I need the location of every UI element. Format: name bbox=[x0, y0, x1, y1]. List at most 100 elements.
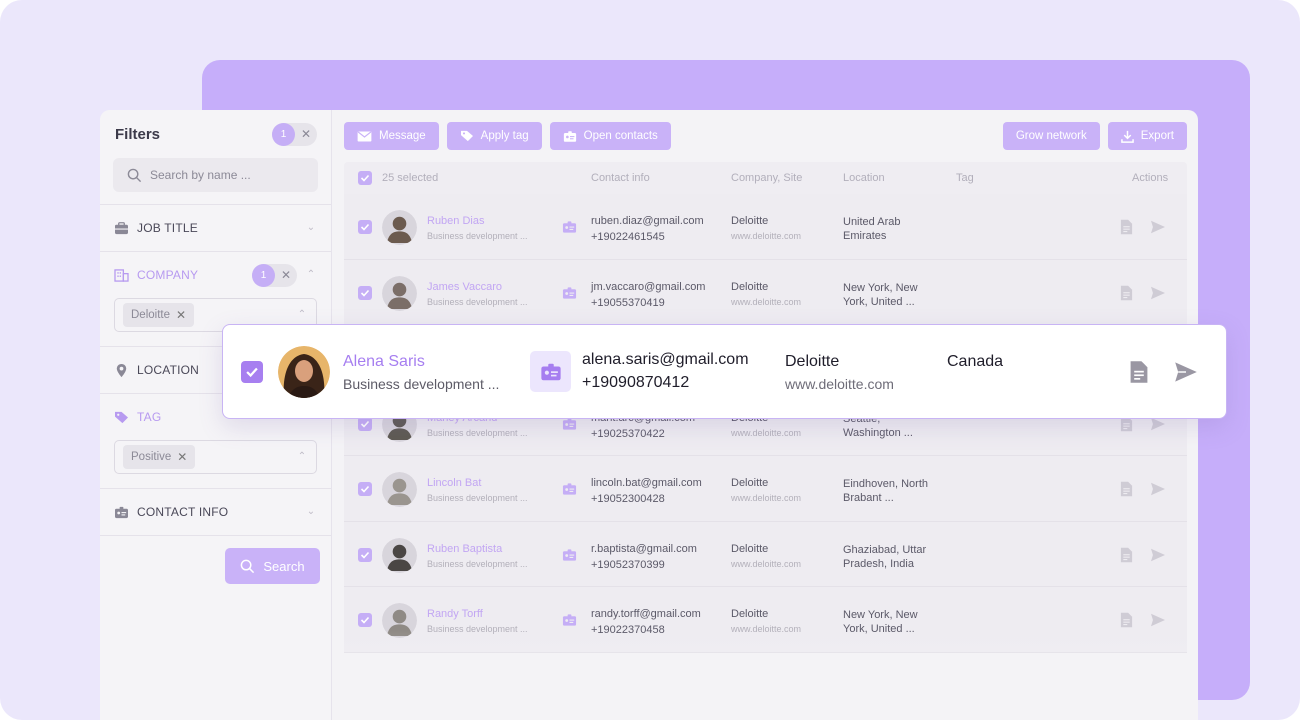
row-checkbox[interactable] bbox=[358, 547, 372, 562]
contact-name[interactable]: James Vaccaro bbox=[427, 281, 502, 293]
row-checkbox[interactable] bbox=[358, 220, 372, 234]
filter-job-title[interactable]: JOB TITLE ⌄ bbox=[100, 204, 331, 251]
send-icon[interactable] bbox=[1150, 548, 1166, 562]
document-icon[interactable] bbox=[1129, 360, 1149, 384]
open-contacts-button[interactable]: Open contacts bbox=[549, 122, 671, 150]
contact-phone: +19055370419 bbox=[591, 296, 665, 309]
check-icon bbox=[360, 223, 370, 231]
table-row[interactable]: Randy Torff Business development ... randy… bbox=[344, 587, 1187, 653]
building-icon bbox=[114, 268, 129, 282]
row-checkbox[interactable] bbox=[241, 361, 263, 383]
document-icon[interactable] bbox=[1120, 285, 1133, 301]
send-icon[interactable] bbox=[1174, 361, 1198, 383]
contact-site[interactable]: www.deloitte.com bbox=[731, 231, 801, 241]
contact-card-icon[interactable] bbox=[530, 351, 571, 392]
table-row[interactable]: James Vaccaro Business development ... jm.… bbox=[344, 259, 1187, 325]
contact-card-icon[interactable] bbox=[562, 548, 577, 562]
selected-count: 25 selected bbox=[382, 172, 439, 184]
send-icon[interactable] bbox=[1150, 613, 1166, 627]
location-line-2: Washington ... bbox=[843, 426, 913, 439]
document-icon[interactable] bbox=[1120, 219, 1133, 235]
contact-card-icon[interactable] bbox=[562, 482, 577, 496]
grow-network-button[interactable]: Grow network bbox=[1002, 122, 1100, 150]
contacts-table: Ruben Dias Business development ... ruben.… bbox=[344, 194, 1187, 653]
send-icon[interactable] bbox=[1150, 482, 1166, 496]
clear-company-icon[interactable]: ✕ bbox=[275, 268, 297, 282]
search-input[interactable]: Search by name ... bbox=[113, 158, 318, 192]
contact-location: Eindhoven, North Brabant ... bbox=[843, 477, 943, 505]
contact-card-icon[interactable] bbox=[562, 286, 577, 300]
contact-location: New York, New York, United ... bbox=[843, 608, 943, 636]
apply-tag-button[interactable]: Apply tag bbox=[446, 122, 542, 150]
document-icon[interactable] bbox=[1120, 547, 1133, 563]
table-row[interactable]: Ruben Baptista Business development ... r.… bbox=[344, 521, 1187, 587]
location-line-1: New York, New bbox=[843, 281, 918, 294]
contact-site[interactable]: www.deloitte.com bbox=[731, 297, 801, 307]
company-count-pill[interactable]: 1 ✕ bbox=[252, 263, 297, 287]
id-card-icon bbox=[115, 506, 128, 518]
export-button[interactable]: Export bbox=[1107, 122, 1187, 150]
grow-network-label: Grow network bbox=[1015, 130, 1087, 142]
contact-site[interactable]: www.deloitte.com bbox=[731, 493, 801, 503]
location-line-1: United Arab bbox=[843, 216, 901, 228]
contact-location: New York, New York, United ... bbox=[843, 281, 943, 309]
page-background: Filters 1 ✕ Search by name ... JOB TITLE… bbox=[0, 0, 1300, 720]
chevron-up-icon: ⌃ bbox=[297, 309, 307, 320]
table-row[interactable]: Lincoln Bat Business development ... linco… bbox=[344, 456, 1187, 522]
contact-card-icon[interactable] bbox=[562, 220, 577, 234]
search-icon bbox=[127, 168, 142, 182]
filter-label: COMPANY bbox=[137, 268, 199, 282]
send-icon[interactable] bbox=[1150, 286, 1166, 300]
send-icon[interactable] bbox=[1150, 220, 1166, 234]
contact-site[interactable]: www.deloitte.com bbox=[785, 376, 894, 392]
tag-select[interactable]: Positive ✕ ⌃ bbox=[114, 440, 317, 474]
company-count: 1 bbox=[252, 263, 275, 287]
document-icon[interactable] bbox=[1120, 481, 1133, 497]
search-button[interactable]: Search bbox=[225, 548, 320, 584]
row-checkbox[interactable] bbox=[358, 482, 372, 496]
chevron-down-icon: ⌄ bbox=[306, 506, 316, 517]
contact-site[interactable]: www.deloitte.com bbox=[731, 559, 801, 569]
chevron-down-icon: ⌄ bbox=[306, 222, 316, 233]
contact-name[interactable]: Randy Torff bbox=[427, 608, 483, 620]
header-actions: Actions bbox=[1132, 172, 1169, 184]
filters-count-pill[interactable]: 1 ✕ bbox=[272, 122, 317, 146]
filter-label: JOB TITLE bbox=[137, 221, 198, 235]
header-location: Location bbox=[843, 172, 885, 184]
filter-company[interactable]: COMPANY 1 ✕ ⌃ Deloitte ✕ ⌃ bbox=[100, 251, 331, 332]
contact-company: Deloitte bbox=[785, 353, 840, 370]
location-line-2: York, United ... bbox=[843, 623, 915, 635]
row-checkbox[interactable] bbox=[358, 285, 372, 300]
document-icon[interactable] bbox=[1120, 612, 1133, 628]
table-row[interactable]: Ruben Dias Business development ... ruben.… bbox=[344, 194, 1187, 260]
contact-card-icon[interactable] bbox=[562, 613, 577, 627]
message-button[interactable]: Message bbox=[344, 122, 439, 150]
contact-role: Business development ... bbox=[427, 558, 528, 569]
id-card-icon bbox=[563, 130, 576, 142]
export-label: Export bbox=[1140, 130, 1174, 142]
clear-filters-icon[interactable]: ✕ bbox=[295, 127, 317, 141]
select-all-checkbox[interactable] bbox=[358, 171, 372, 185]
contact-name[interactable]: Alena Saris bbox=[343, 353, 425, 371]
location-line-1: Eindhoven, North bbox=[843, 478, 928, 490]
contact-site[interactable]: www.deloitte.com bbox=[731, 428, 801, 438]
contact-phone: +19090870412 bbox=[582, 374, 690, 391]
contact-location: Canada bbox=[947, 353, 1004, 370]
remove-chip-icon[interactable]: ✕ bbox=[176, 308, 186, 322]
location-line-1: New York, New bbox=[843, 609, 918, 621]
contact-name[interactable]: Ruben Baptista bbox=[427, 543, 502, 555]
contact-role: Business development ... bbox=[427, 493, 528, 503]
check-icon bbox=[246, 367, 258, 378]
apply-tag-label: Apply tag bbox=[480, 130, 529, 142]
filter-contact-info[interactable]: CONTACT INFO ⌄ bbox=[100, 488, 331, 536]
filters-header: Filters 1 ✕ bbox=[100, 110, 331, 158]
highlighted-contact-row[interactable]: Alena Saris Business development ... ale… bbox=[222, 324, 1227, 419]
row-checkbox[interactable] bbox=[358, 613, 372, 627]
contact-site[interactable]: www.deloitte.com bbox=[731, 624, 801, 634]
contact-name[interactable]: Ruben Dias bbox=[427, 215, 484, 227]
header-company-site: Company, Site bbox=[731, 172, 803, 184]
remove-chip-icon[interactable]: ✕ bbox=[177, 450, 187, 464]
contact-email: alena.saris@gmail.com bbox=[582, 351, 749, 368]
contact-phone: +19052370399 bbox=[591, 558, 665, 571]
contact-name[interactable]: Lincoln Bat bbox=[427, 477, 481, 489]
